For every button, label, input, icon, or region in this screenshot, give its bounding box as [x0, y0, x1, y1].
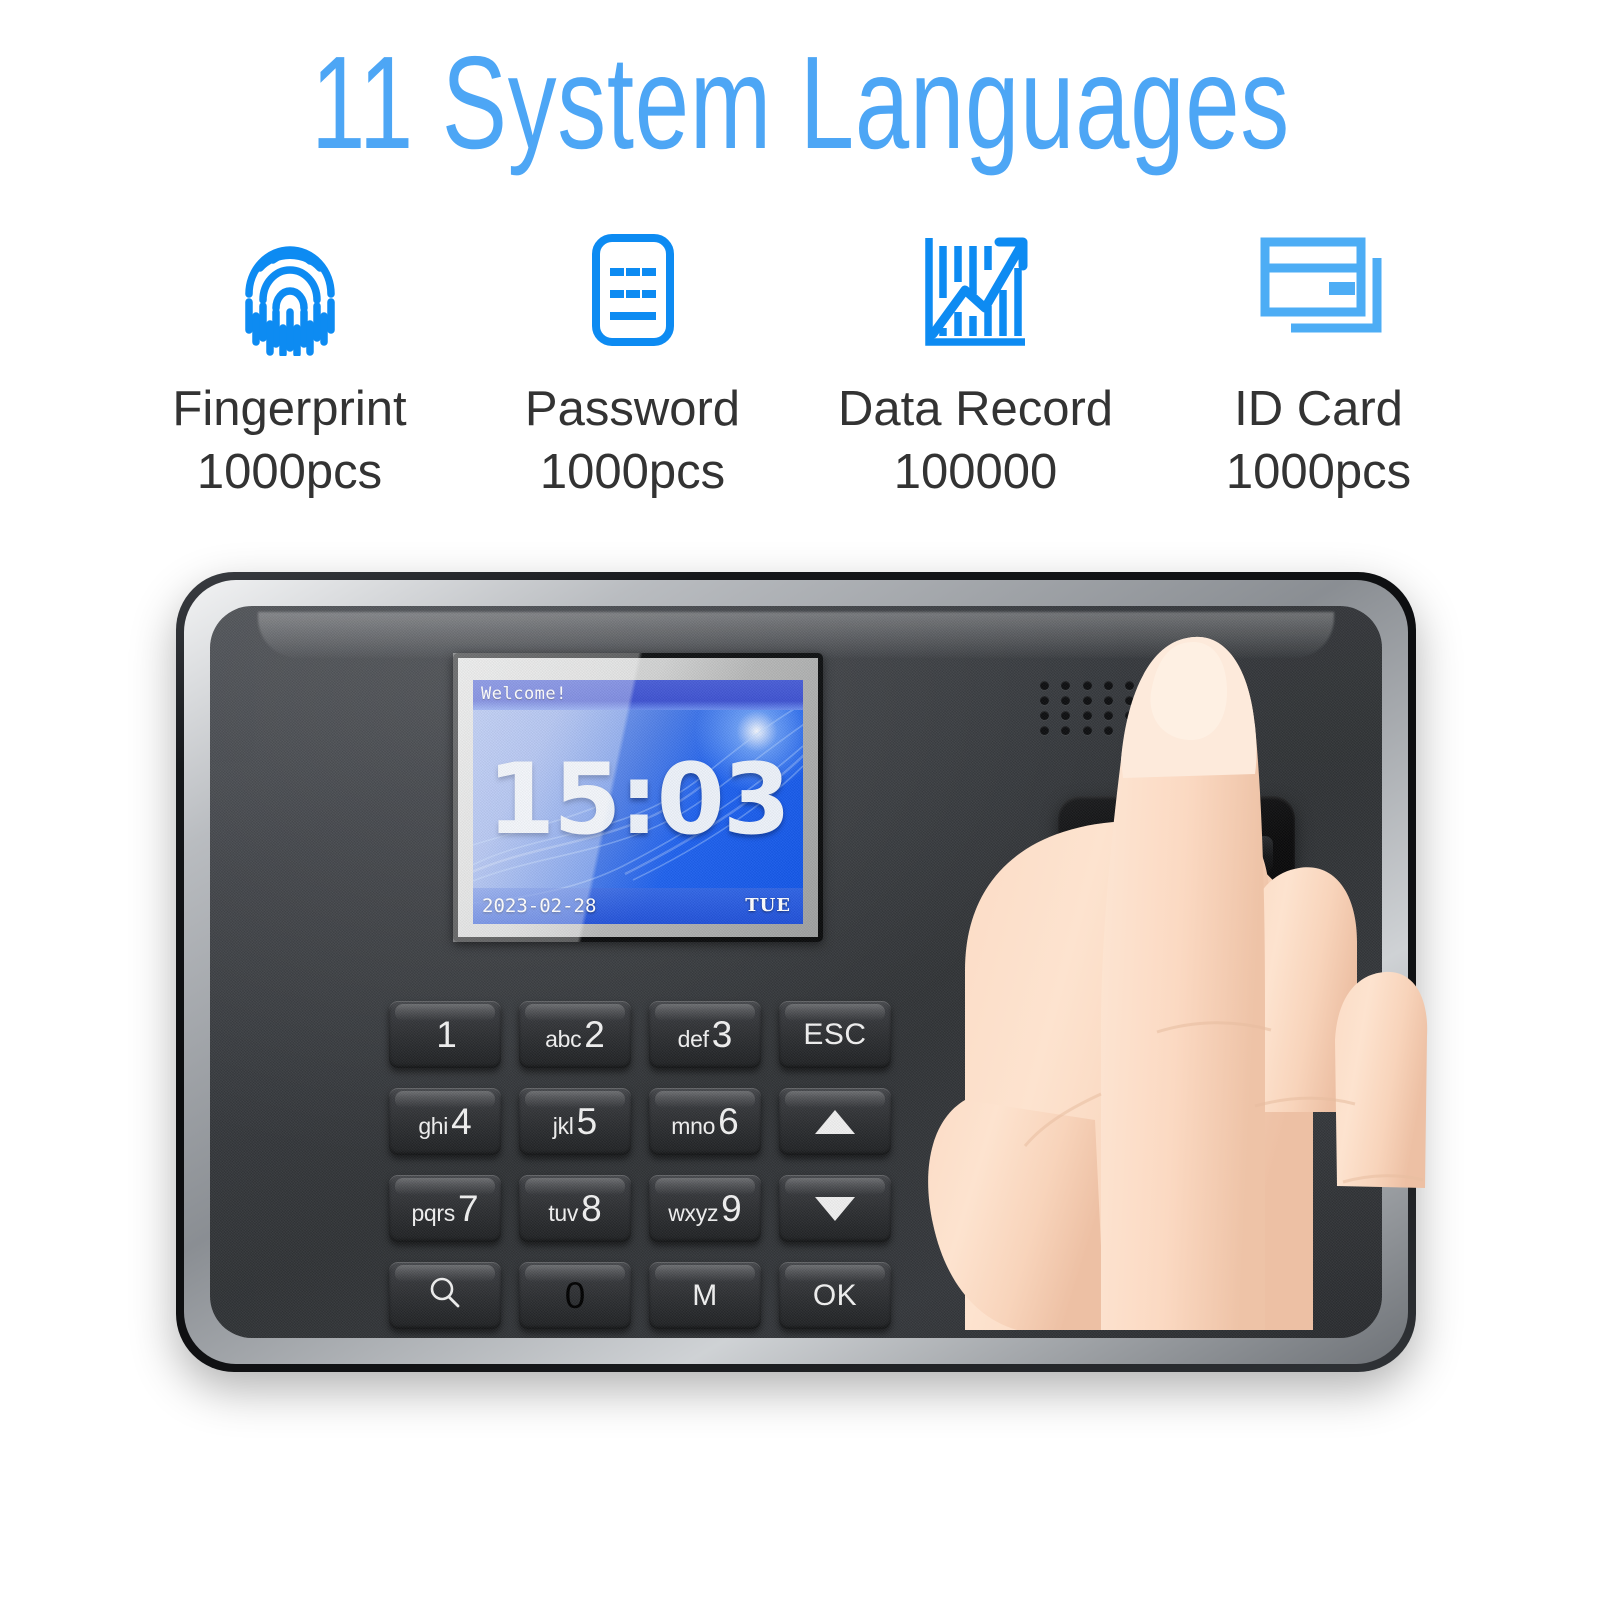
key-digit: 5 — [576, 1101, 598, 1142]
feature-list: Fingerprint 1000pcs Password 1000pcs Dat… — [118, 224, 1490, 503]
key-alpha: wxyz — [668, 1200, 719, 1226]
key-alpha: mno — [671, 1113, 716, 1139]
screen-bezel: Welcome! 15:03 2023-02-28 TUE — [458, 658, 818, 937]
feature-count: 100000 — [893, 444, 1058, 499]
key-alpha: tuv — [548, 1200, 579, 1226]
feature-label: ID Card — [1234, 382, 1403, 436]
feature-password: Password 1000pcs — [461, 224, 804, 503]
data-record-icon — [913, 224, 1039, 356]
key-menu[interactable]: M — [649, 1262, 761, 1329]
device-chrome-rim: Welcome! 15:03 2023-02-28 TUE 1 abc 2 de… — [184, 580, 1408, 1364]
id-card-icon — [1251, 224, 1387, 356]
key-digit: 6 — [718, 1101, 739, 1142]
key-5[interactable]: jkl 5 — [519, 1088, 631, 1155]
key-0[interactable]: 0 — [519, 1262, 631, 1329]
feature-label: Fingerprint — [172, 382, 407, 436]
feature-count: 1000pcs — [539, 444, 726, 499]
attendance-device: Welcome! 15:03 2023-02-28 TUE 1 abc 2 de… — [176, 572, 1416, 1372]
feature-count: 1000pcs — [196, 444, 383, 499]
device-shell: Welcome! 15:03 2023-02-28 TUE 1 abc 2 de… — [176, 572, 1416, 1372]
feature-count: 1000pcs — [1225, 444, 1412, 499]
key-8[interactable]: tuv 8 — [519, 1175, 631, 1242]
key-6[interactable]: mno 6 — [649, 1088, 761, 1155]
key-up[interactable] — [779, 1088, 891, 1155]
key-digit: 9 — [721, 1188, 742, 1229]
device-front-panel: Welcome! 15:03 2023-02-28 TUE 1 abc 2 de… — [210, 606, 1382, 1338]
key-digit: 2 — [584, 1014, 605, 1055]
key-digit: 3 — [711, 1014, 733, 1055]
key-alpha: pqrs — [411, 1200, 455, 1226]
lcd-screen: Welcome! 15:03 2023-02-28 TUE — [453, 653, 823, 942]
arrow-up-icon — [815, 1109, 855, 1134]
key-ok[interactable]: OK — [779, 1262, 891, 1329]
key-down[interactable] — [779, 1175, 891, 1242]
fingerprint-sensor-pad[interactable] — [1128, 924, 1225, 1021]
key-digit: 8 — [581, 1188, 602, 1229]
password-icon — [574, 224, 692, 356]
fingerprint-icon — [227, 224, 353, 356]
feature-id-card: ID Card 1000pcs — [1147, 224, 1490, 503]
key-1[interactable]: 1 — [389, 1001, 501, 1068]
key-alpha: abc — [545, 1026, 582, 1052]
key-esc[interactable]: ESC — [779, 1001, 891, 1068]
keypad: 1 abc 2 def 3 ESC ghi 4 jkl 5 mno 6 pqrs 7 tuv… — [389, 1001, 903, 1329]
arrow-down-icon — [815, 1196, 855, 1221]
speaker-grille — [1034, 678, 1247, 738]
fingerprint-sensor[interactable] — [1058, 796, 1295, 1084]
key-digit: 1 — [436, 1014, 457, 1055]
key-search[interactable] — [389, 1262, 501, 1329]
key-digit: 7 — [457, 1188, 479, 1229]
key-alpha: def — [677, 1026, 709, 1052]
sensor-slot — [1080, 836, 1273, 872]
page-title: 11 System Languages — [311, 29, 1290, 176]
key-digit: 0 — [564, 1275, 586, 1316]
feature-fingerprint: Fingerprint 1000pcs — [118, 224, 461, 503]
key-alpha: jkl — [552, 1113, 574, 1139]
feature-label: Data Record — [837, 382, 1114, 436]
key-3[interactable]: def 3 — [649, 1001, 761, 1068]
lcd-clock: 15:03 — [487, 743, 791, 858]
key-4[interactable]: ghi 4 — [389, 1088, 501, 1155]
lcd-date: 2023-02-28 — [482, 895, 597, 917]
key-2[interactable]: abc 2 — [519, 1001, 631, 1068]
key-label: OK — [812, 1278, 858, 1312]
key-9[interactable]: wxyz 9 — [649, 1175, 761, 1242]
shell-gloss — [258, 612, 1334, 658]
lcd-weekday: TUE — [745, 895, 791, 916]
lcd-welcome-text: Welcome! — [481, 684, 567, 704]
feature-data-record: Data Record 100000 — [804, 224, 1147, 503]
lcd-display: Welcome! 15:03 2023-02-28 TUE — [473, 680, 803, 924]
key-7[interactable]: pqrs 7 — [389, 1175, 501, 1242]
key-alpha: ghi — [418, 1113, 449, 1139]
key-digit: 4 — [451, 1101, 472, 1142]
feature-label: Password — [524, 382, 741, 436]
search-icon — [426, 1274, 464, 1317]
key-label: ESC — [803, 1017, 867, 1051]
key-label: M — [692, 1278, 718, 1312]
